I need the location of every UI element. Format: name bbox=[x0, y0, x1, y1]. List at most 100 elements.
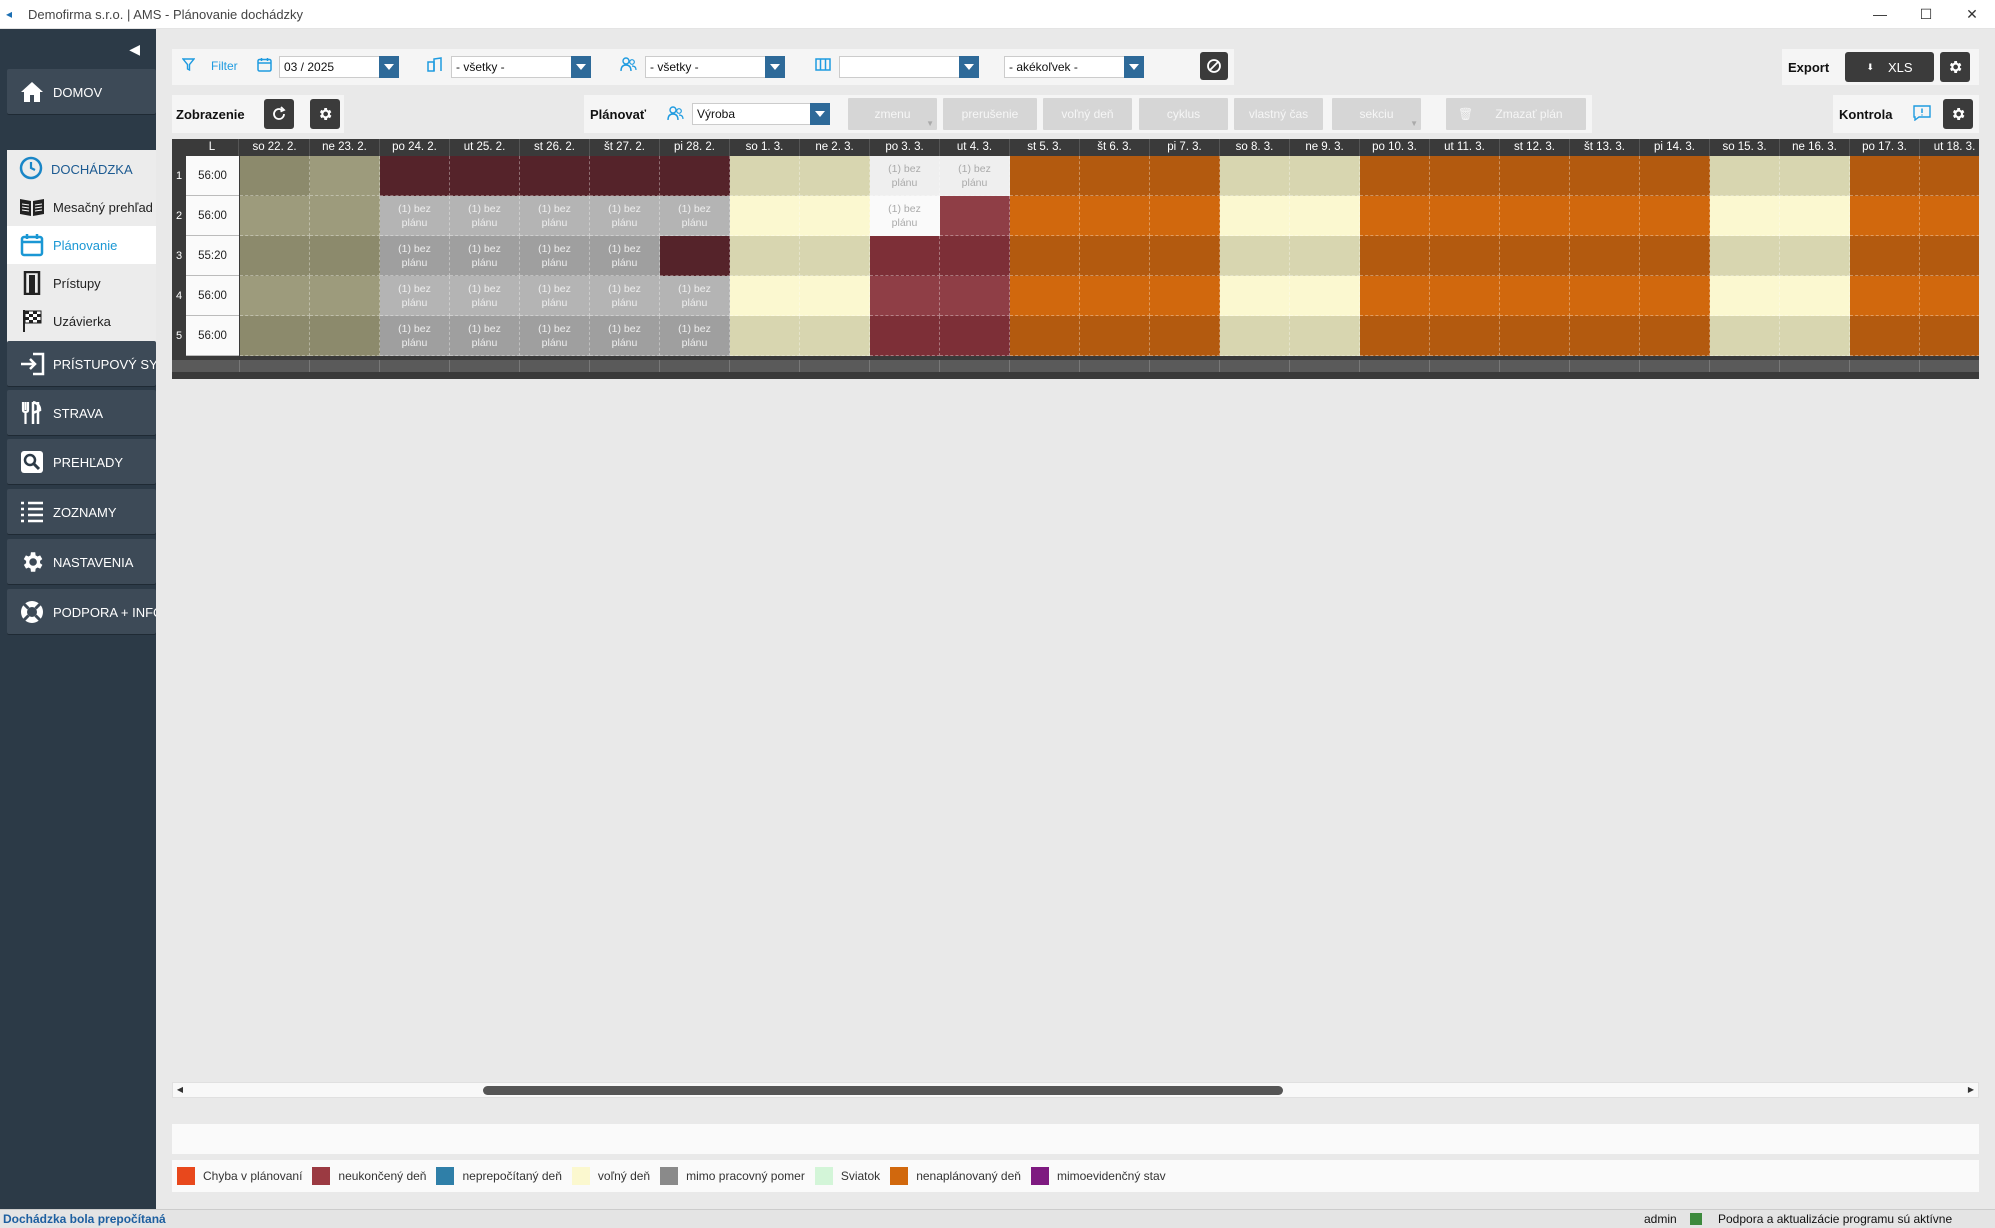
day-cell[interactable] bbox=[730, 276, 800, 316]
grid-header-day[interactable]: ut 18. 3. bbox=[1920, 139, 1979, 156]
day-cell[interactable] bbox=[450, 156, 520, 196]
day-cell[interactable] bbox=[1010, 316, 1080, 356]
department-select[interactable]: - všetky - bbox=[451, 56, 591, 78]
day-cell[interactable] bbox=[730, 316, 800, 356]
grid-header-day[interactable]: st 26. 2. bbox=[520, 139, 590, 156]
day-cell[interactable] bbox=[240, 236, 310, 276]
day-cell[interactable] bbox=[1080, 196, 1150, 236]
day-cell[interactable] bbox=[870, 316, 940, 356]
plan-section-button[interactable]: sekciu ▼ bbox=[1332, 98, 1421, 130]
day-cell[interactable] bbox=[1430, 236, 1500, 276]
nav-zoznamy[interactable]: ZOZNAMY bbox=[7, 489, 156, 535]
day-cell[interactable] bbox=[800, 316, 870, 356]
control-settings-button[interactable] bbox=[1943, 99, 1973, 129]
day-cell[interactable] bbox=[1150, 236, 1220, 276]
day-cell[interactable] bbox=[1080, 236, 1150, 276]
day-cell[interactable] bbox=[1080, 316, 1150, 356]
day-cell[interactable] bbox=[660, 236, 730, 276]
day-cell[interactable] bbox=[1360, 156, 1430, 196]
day-cell[interactable] bbox=[1710, 276, 1780, 316]
day-cell[interactable] bbox=[1080, 276, 1150, 316]
day-cell[interactable] bbox=[1150, 196, 1220, 236]
sidebar-item-uzavierka[interactable]: Uzávierka bbox=[7, 302, 156, 340]
plan-custom-time-button[interactable]: vlastný čas bbox=[1234, 98, 1323, 130]
clear-filter-button[interactable] bbox=[1200, 52, 1228, 80]
day-cell[interactable] bbox=[310, 316, 380, 356]
plan-shift-button[interactable]: zmenu ▼ bbox=[848, 98, 937, 130]
delete-plan-button[interactable]: 🗑 Zmazať plán bbox=[1446, 98, 1586, 130]
day-cell[interactable] bbox=[1850, 276, 1920, 316]
day-cell[interactable] bbox=[730, 236, 800, 276]
day-cell[interactable] bbox=[730, 196, 800, 236]
day-cell[interactable] bbox=[1640, 276, 1710, 316]
day-cell[interactable] bbox=[1500, 236, 1570, 276]
day-cell[interactable]: (1) bez plánu bbox=[520, 316, 590, 356]
day-cell[interactable]: (1) bez plánu bbox=[380, 316, 450, 356]
chevron-down-icon[interactable] bbox=[1124, 56, 1144, 78]
grid-header-day[interactable]: ut 25. 2. bbox=[450, 139, 520, 156]
grid-header-day[interactable]: pi 14. 3. bbox=[1640, 139, 1710, 156]
day-cell[interactable] bbox=[1920, 316, 1979, 356]
day-cell[interactable] bbox=[1150, 156, 1220, 196]
day-cell[interactable] bbox=[1850, 316, 1920, 356]
chevron-down-icon[interactable] bbox=[959, 56, 979, 78]
grid-header-day[interactable]: st 12. 3. bbox=[1500, 139, 1570, 156]
day-cell[interactable]: (1) bez plánu bbox=[380, 236, 450, 276]
grid-header-day[interactable]: po 24. 2. bbox=[380, 139, 450, 156]
minimize-button[interactable]: — bbox=[1857, 0, 1903, 29]
plan-cycle-button[interactable]: cyklus bbox=[1139, 98, 1228, 130]
day-cell[interactable] bbox=[1710, 316, 1780, 356]
day-cell[interactable]: (1) bez plánu bbox=[520, 276, 590, 316]
day-cell[interactable] bbox=[800, 156, 870, 196]
nav-domov[interactable]: DOMOV bbox=[7, 69, 156, 115]
day-cell[interactable] bbox=[1710, 236, 1780, 276]
day-cell[interactable] bbox=[1570, 236, 1640, 276]
grid-header-day[interactable]: ne 16. 3. bbox=[1780, 139, 1850, 156]
day-cell[interactable]: (1) bez plánu bbox=[450, 236, 520, 276]
grid-header-day[interactable]: ut 4. 3. bbox=[940, 139, 1010, 156]
day-cell[interactable]: (1) bez plánu bbox=[450, 276, 520, 316]
grid-header-day[interactable]: so 8. 3. bbox=[1220, 139, 1290, 156]
day-cell[interactable]: (1) bez plánu bbox=[520, 236, 590, 276]
day-cell[interactable] bbox=[1500, 196, 1570, 236]
day-cell[interactable]: (1) bez plánu bbox=[590, 236, 660, 276]
grid-header-day[interactable]: so 1. 3. bbox=[730, 139, 800, 156]
export-settings-button[interactable] bbox=[1940, 52, 1970, 82]
close-button[interactable]: ✕ bbox=[1949, 0, 1995, 29]
day-cell[interactable]: (1) bez plánu bbox=[660, 316, 730, 356]
grid-header-day[interactable]: po 3. 3. bbox=[870, 139, 940, 156]
grid-header-day[interactable]: št 6. 3. bbox=[1080, 139, 1150, 156]
day-cell[interactable] bbox=[1430, 276, 1500, 316]
day-cell[interactable] bbox=[1780, 156, 1850, 196]
day-cell[interactable]: (1) bez plánu bbox=[450, 196, 520, 236]
grid-header-day[interactable]: ne 2. 3. bbox=[800, 139, 870, 156]
day-cell[interactable] bbox=[1640, 196, 1710, 236]
day-cell[interactable] bbox=[1640, 156, 1710, 196]
grid-header-day[interactable]: pi 28. 2. bbox=[660, 139, 730, 156]
day-cell[interactable] bbox=[1360, 276, 1430, 316]
day-cell[interactable] bbox=[1920, 196, 1979, 236]
chevron-down-icon[interactable] bbox=[765, 56, 785, 78]
day-cell[interactable]: (1) bez plánu bbox=[870, 196, 940, 236]
grid-header-day[interactable]: so 15. 3. bbox=[1710, 139, 1780, 156]
section-header-dochadzka[interactable]: DOCHÁDZKA bbox=[7, 150, 156, 188]
day-cell[interactable] bbox=[1570, 196, 1640, 236]
plan-dayoff-button[interactable]: voľný deň bbox=[1043, 98, 1132, 130]
day-cell[interactable] bbox=[240, 316, 310, 356]
display-settings-button[interactable] bbox=[310, 99, 340, 129]
day-cell[interactable] bbox=[310, 276, 380, 316]
day-cell[interactable] bbox=[1570, 316, 1640, 356]
day-cell[interactable] bbox=[1010, 236, 1080, 276]
day-cell[interactable] bbox=[1360, 236, 1430, 276]
nav-pristupovy-system[interactable]: PRÍSTUPOVÝ SYSTÉM bbox=[7, 341, 156, 387]
day-cell[interactable] bbox=[1220, 156, 1290, 196]
day-cell[interactable] bbox=[1500, 156, 1570, 196]
day-cell[interactable] bbox=[240, 156, 310, 196]
day-cell[interactable] bbox=[1150, 276, 1220, 316]
day-cell[interactable] bbox=[1360, 196, 1430, 236]
collapse-sidebar-icon[interactable]: ◀ bbox=[129, 41, 140, 58]
day-cell[interactable] bbox=[1780, 316, 1850, 356]
day-cell[interactable] bbox=[660, 156, 730, 196]
day-cell[interactable] bbox=[1710, 156, 1780, 196]
day-cell[interactable] bbox=[380, 156, 450, 196]
